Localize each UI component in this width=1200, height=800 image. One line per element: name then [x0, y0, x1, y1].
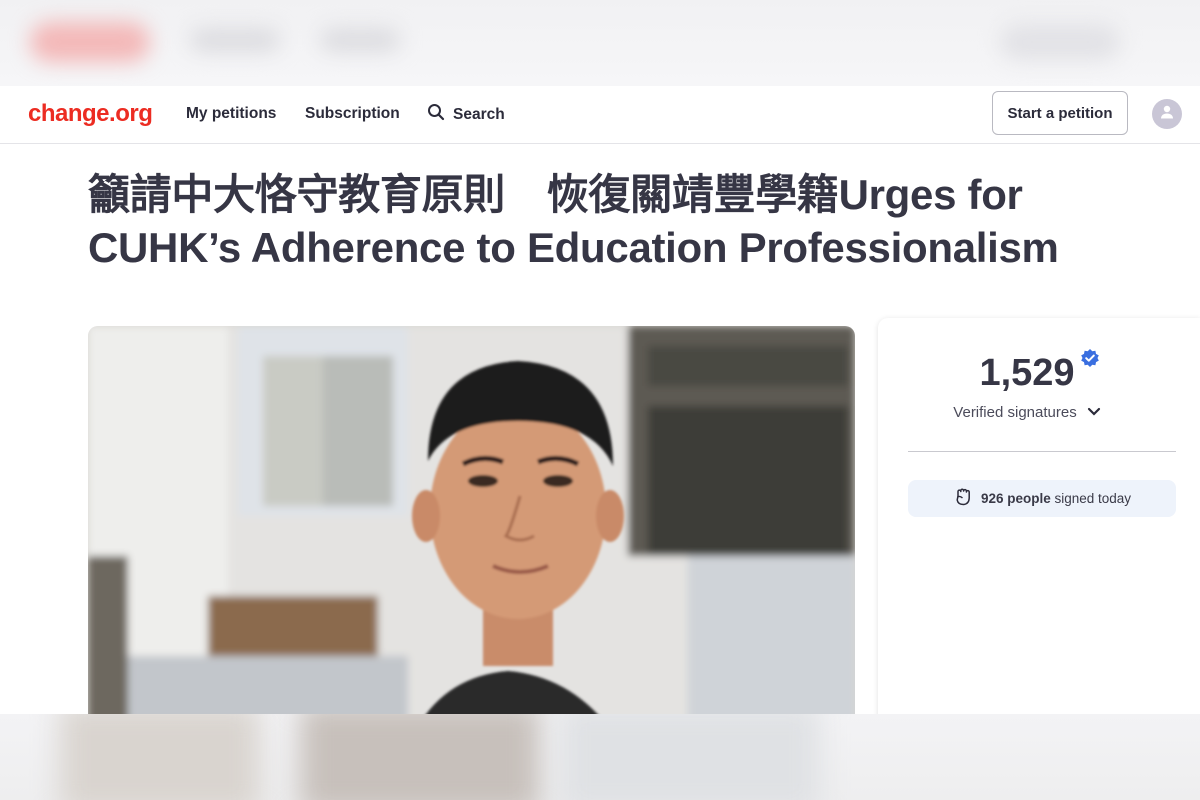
petition-title: 籲請中大恪守教育原則 恢復關靖豐學籍Urges for CUHK’s Adher… — [88, 171, 1059, 271]
nav-my-petitions[interactable]: My petitions — [186, 105, 276, 123]
change-org-logo[interactable]: change.org — [28, 100, 153, 128]
signed-today-banner: 926 people signed today — [908, 480, 1176, 517]
nav-search[interactable]: Search — [427, 103, 505, 126]
user-avatar[interactable] — [1152, 99, 1182, 129]
verified-signatures-label: Verified signatures — [953, 404, 1077, 421]
signature-count: 1,529 — [979, 352, 1075, 394]
blurred-bottom-banner — [0, 714, 1200, 800]
start-petition-button[interactable]: Start a petition — [992, 91, 1128, 135]
signed-today-count: 926 people — [980, 491, 1051, 506]
search-icon — [427, 103, 445, 126]
raised-fist-icon — [953, 487, 973, 510]
verified-badge-icon — [1080, 348, 1100, 373]
top-navigation: change.org My petitions Subscription Sea… — [0, 86, 1200, 144]
signed-today-suffix: signed today — [1054, 491, 1132, 506]
blurred-top-banner — [0, 0, 1200, 86]
search-label: Search — [453, 105, 505, 123]
verified-signatures-toggle[interactable]: Verified signatures — [878, 404, 1176, 421]
card-divider — [908, 451, 1176, 452]
user-icon — [1159, 104, 1175, 125]
petition-photo — [88, 326, 855, 726]
nav-subscription[interactable]: Subscription — [305, 105, 400, 123]
chevron-down-icon — [1087, 404, 1101, 421]
signed-today-text: 926 people signed today — [981, 491, 1131, 506]
signature-card: 1,529 Verified signatures 926 people sig… — [878, 318, 1200, 728]
